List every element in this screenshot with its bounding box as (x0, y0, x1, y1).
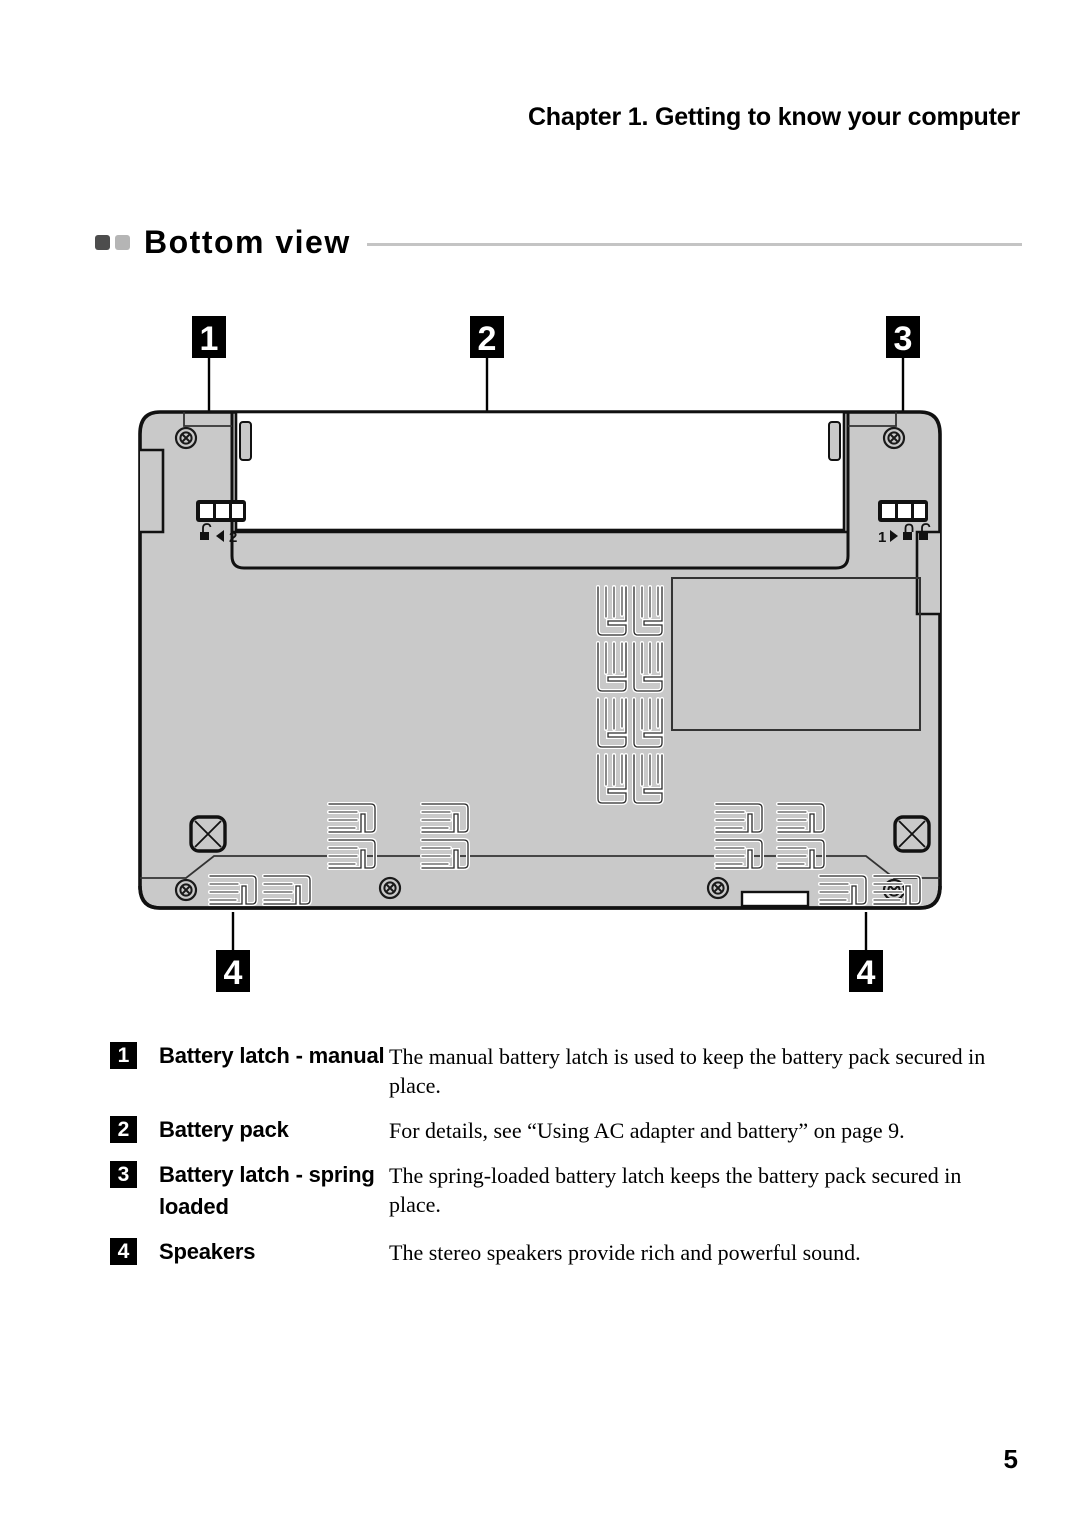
legend-description: The spring-loaded battery latch keeps th… (389, 1163, 962, 1218)
legend-label: Battery pack (159, 1117, 289, 1143)
bottom-edge-notch (740, 890, 810, 908)
chapter-header: Chapter 1. Getting to know your computer (527, 103, 1020, 131)
page-number: 5 (1003, 1444, 1018, 1474)
legend-label: Speakers (159, 1238, 256, 1264)
bullet-square-light-icon (115, 234, 130, 250)
legend-badge: 2 (110, 1116, 137, 1144)
callout-badge-3: 3 (886, 316, 920, 358)
bottom-view-figure: 2 1 1 2 3 4 4 (0, 300, 1080, 1010)
legend-description: The stereo speakers provide rich and pow… (389, 1239, 861, 1265)
screw-icon (706, 876, 730, 900)
svg-text:1: 1 (200, 320, 219, 358)
rubber-foot-icon (893, 815, 931, 853)
legend-row: 1 Battery latch - manual The manual batt… (110, 1040, 990, 1100)
rubber-foot-icon (189, 815, 227, 853)
legend-badge: 3 (110, 1161, 137, 1189)
screw-icon (174, 426, 198, 450)
legend-label: Battery latch - manual (159, 1043, 385, 1068)
legend-row: 3 Battery latch - spring loaded The spri… (110, 1159, 990, 1221)
legend-badge: 1 (110, 1042, 137, 1069)
section-title: Bottom view (144, 223, 351, 260)
document-page: Chapter 1. Getting to know your computer… (0, 0, 1080, 1529)
callout-badge-2: 2 (470, 316, 504, 358)
callout-badge-4-left: 4 (216, 950, 250, 992)
heading-rule (366, 242, 1022, 246)
battery-pack (234, 410, 846, 532)
callout-badge-4-right: 4 (849, 950, 883, 992)
svg-text:4: 4 (224, 954, 243, 992)
legend-description: For details, see “Using AC adapter and b… (389, 1118, 905, 1144)
callout-badge-1: 1 (192, 316, 226, 358)
latch-marking-1: 1 (878, 529, 886, 546)
section-heading: Bottom view (95, 218, 1022, 266)
laptop-chassis-illustration: 2 1 (138, 410, 942, 910)
svg-text:4: 4 (857, 954, 876, 992)
legend-description: The manual battery latch is used to keep… (389, 1044, 986, 1099)
legend-row: 4 Speakers The stereo speakers provide r… (110, 1236, 990, 1267)
callout-legend-table: 1 Battery latch - manual The manual batt… (110, 1040, 990, 1267)
svg-text:2: 2 (478, 320, 497, 358)
legend-badge: 4 (110, 1237, 137, 1265)
legend-label: Battery latch - spring loaded (159, 1162, 375, 1219)
screw-icon (882, 426, 906, 450)
latch-marking-2: 2 (229, 529, 237, 546)
legend-row: 2 Battery pack For details, see “Using A… (110, 1114, 990, 1145)
screw-icon (378, 876, 402, 900)
svg-text:3: 3 (894, 320, 913, 358)
bullet-square-dark-icon (95, 234, 110, 250)
screw-icon (174, 878, 198, 902)
